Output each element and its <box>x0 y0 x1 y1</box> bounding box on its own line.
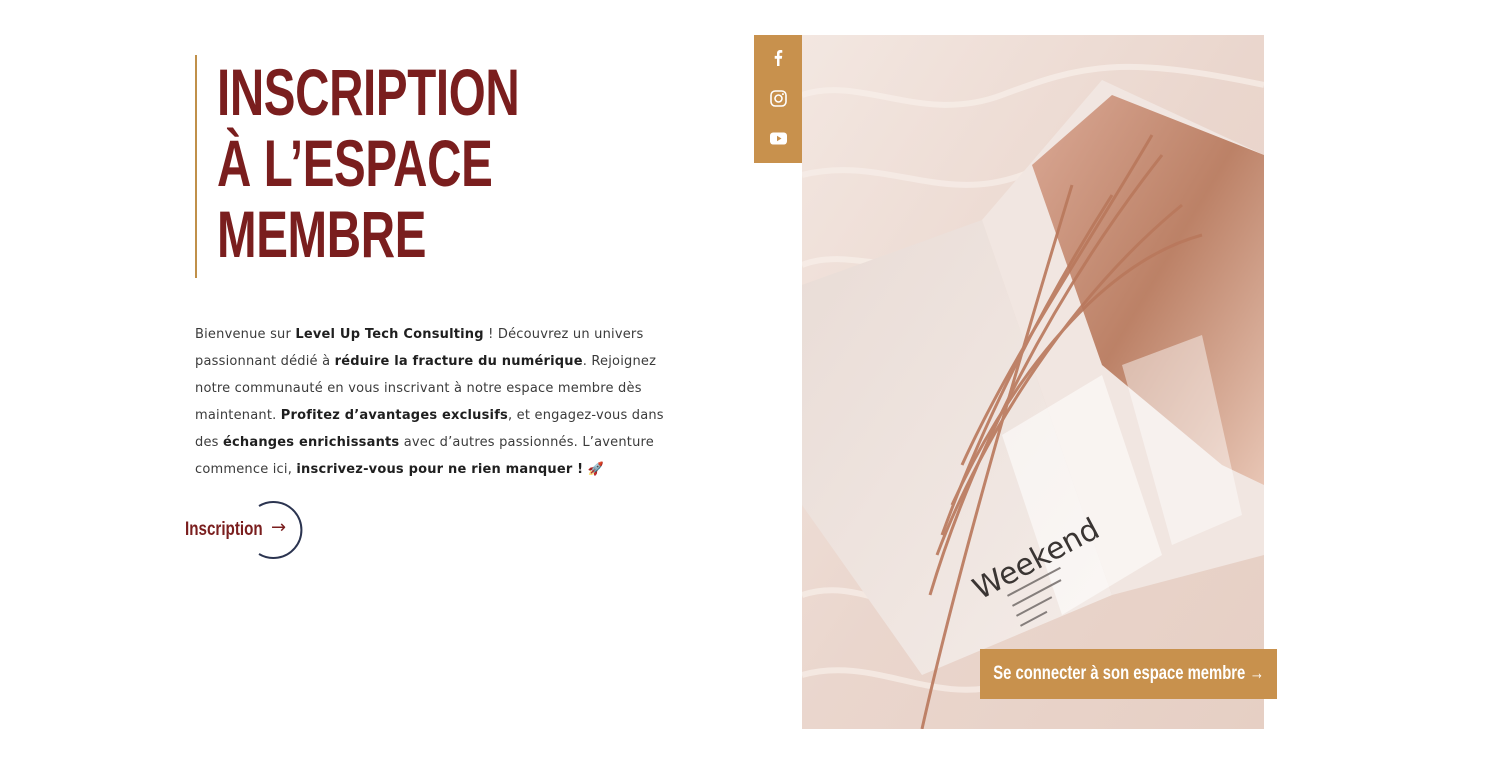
intro-text-1: Bienvenue sur <box>195 327 296 342</box>
social-bar <box>754 35 802 163</box>
intro-bold-cta: inscrivez-vous pour ne rien manquer ! <box>296 462 584 477</box>
page-title-line-1: INSCRIPTION <box>217 55 520 129</box>
page-title-line-3: MEMBRE <box>217 197 427 271</box>
intro-bold-company: Level Up Tech Consulting <box>295 327 484 342</box>
intro-paragraph: Bienvenue sur Level Up Tech Consulting !… <box>195 321 680 483</box>
instagram-icon[interactable] <box>769 89 787 107</box>
rocket-emoji: 🚀 <box>583 462 605 477</box>
intro-bold-mission: réduire la fracture du numérique <box>334 354 583 369</box>
page: INSCRIPTION À L’ESPACE MEMBRE Bienvenue … <box>0 0 1504 771</box>
login-button-label: Se connecter à son espace membre → <box>992 663 1265 684</box>
login-member-space-button[interactable]: Se connecter à son espace membre → <box>980 649 1277 699</box>
intro-bold-benefits: Profitez d’avantages exclusifs <box>280 408 508 423</box>
signup-link[interactable]: Inscription → <box>185 500 303 560</box>
intro-bold-exchanges: échanges enrichissants <box>222 435 400 450</box>
page-title: INSCRIPTION À L’ESPACE MEMBRE <box>217 55 520 271</box>
page-title-line-2: À L’ESPACE <box>217 126 493 200</box>
youtube-icon[interactable] <box>769 129 787 147</box>
heading-block: INSCRIPTION À L’ESPACE MEMBRE <box>195 55 637 278</box>
signup-ring-decoration <box>258 501 303 559</box>
hero-photo: Weekend <box>802 35 1264 729</box>
hero-photo-illustration: Weekend <box>802 35 1264 729</box>
facebook-icon[interactable] <box>769 49 787 67</box>
